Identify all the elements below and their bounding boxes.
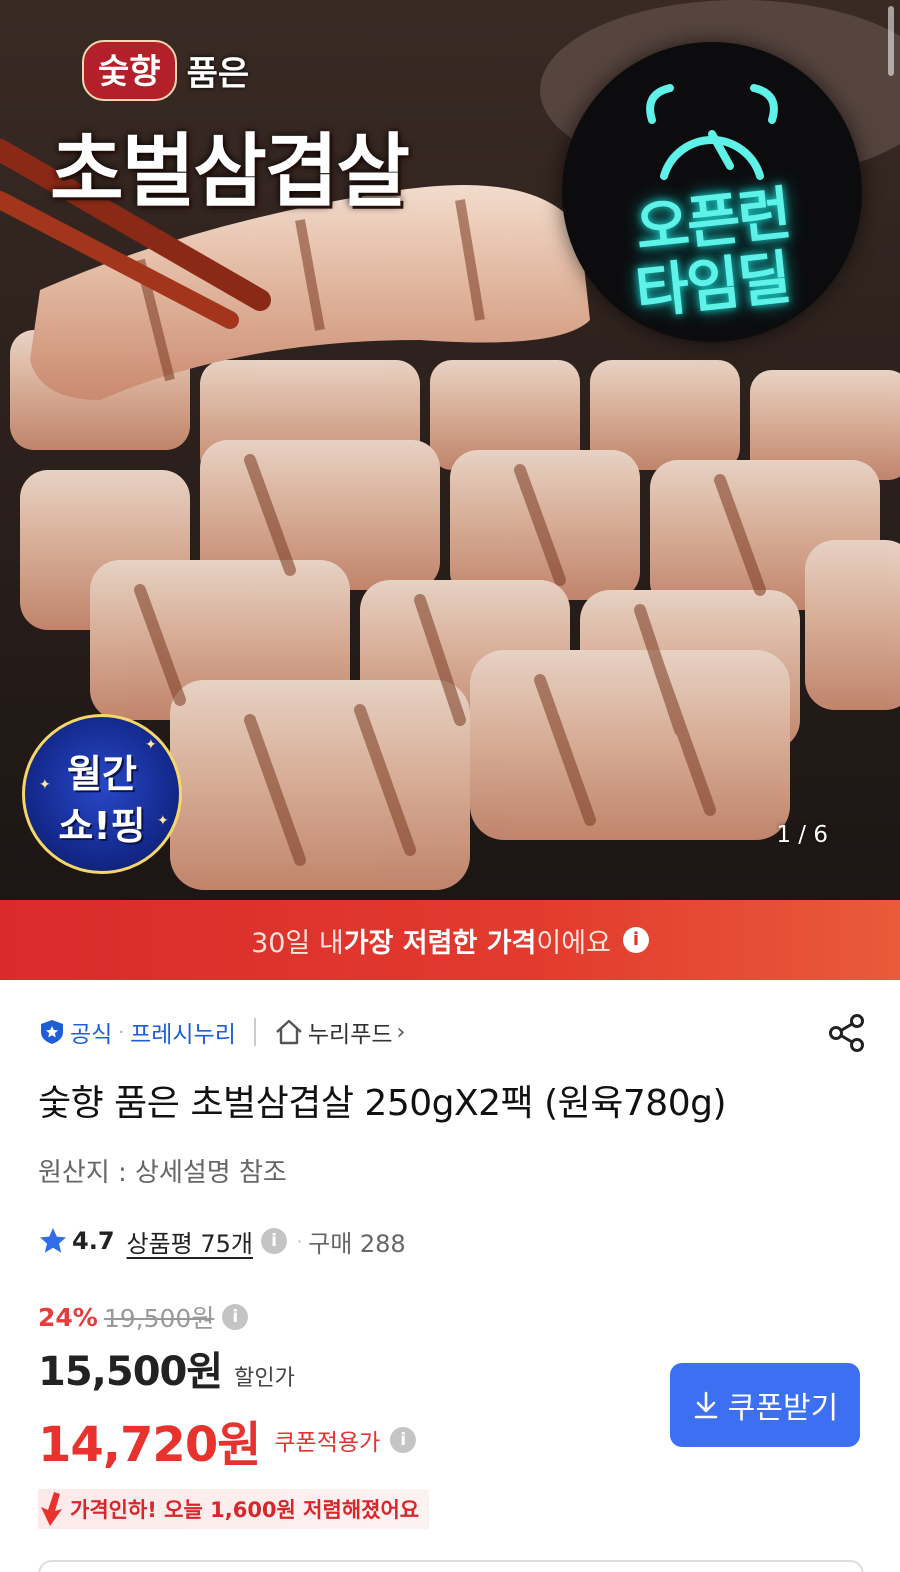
info-icon[interactable]: i (390, 1427, 417, 1453)
seller-link[interactable]: 프레시누리 (130, 1015, 236, 1049)
scrollbar-thumb[interactable] (888, 6, 894, 76)
info-icon[interactable]: i (261, 1228, 288, 1254)
banner-prefix: 30일 내 (251, 927, 344, 959)
logo-badge: 숯향 (82, 40, 177, 101)
coupon-price-label: 쿠폰적용가 (274, 1430, 381, 1456)
image-pager: 1 / 6 (776, 822, 828, 848)
separator-dot: · (118, 1021, 125, 1043)
price-drop-notice: 가격인하! 오늘 1,600원 저렴해졌어요 (38, 1489, 430, 1529)
product-logo: 숯향 품은 초벌삼겹살 (50, 40, 410, 223)
product-info: 공식 · 프레시누리 누리푸드 › 숯향 품은 초벌삼겹살 250gX2팩 (원… (38, 1012, 868, 1532)
official-label: 공식 (70, 1022, 113, 1048)
price-down-arrow-icon (41, 1492, 62, 1526)
brand-row: 공식 · 프레시누리 누리푸드 › (38, 1012, 868, 1052)
banner-suffix: 이에요 (536, 927, 611, 959)
official-shield-icon (41, 1020, 63, 1044)
logo-subtext: 품은 (186, 54, 250, 94)
share-icon[interactable] (826, 1012, 868, 1054)
product-image-carousel[interactable]: 숯향 품은 초벌삼겹살 오픈런 타임딜 ✦ ✦ ✦ 월간 쇼!핑 1 / 6 (0, 0, 900, 900)
discount-rate: 24% (38, 1302, 98, 1332)
info-icon[interactable]: i (222, 1304, 249, 1330)
sale-price: 15,500원 (38, 1349, 223, 1395)
timedeal-badge: 오픈런 타임딜 (562, 42, 862, 342)
info-icon[interactable]: i (622, 927, 649, 953)
download-icon (694, 1391, 718, 1419)
original-price-row: 24% 19,500원 i (38, 1299, 868, 1335)
banner-highlight: 가장 저렴한 가격 (343, 927, 537, 959)
monthly-line-2: 쇼!핑 (58, 804, 146, 848)
chevron-right-icon: › (396, 1019, 406, 1045)
product-title: 숯향 품은 초벌삼겹살 250gX2팩 (원육780g) (38, 1083, 727, 1124)
next-section-card (38, 1560, 864, 1572)
lowest-price-banner[interactable]: 30일 내 가장 저렴한 가격 이에요 i (0, 900, 900, 980)
review-count-link[interactable]: 상품평 75개 (127, 1224, 254, 1259)
rating-score: 4.7 (72, 1227, 115, 1255)
monthly-line-1: 월간 (67, 752, 137, 796)
store-home-icon (276, 1019, 302, 1045)
original-price: 19,500원 (103, 1304, 215, 1333)
logo-main-text: 초벌삼겹살 (50, 124, 410, 218)
alarm-clock-icon (646, 84, 778, 180)
store-link[interactable]: 누리푸드 (308, 1015, 393, 1049)
monthly-shopping-badge: ✦ ✦ ✦ 월간 쇼!핑 (22, 714, 182, 874)
price-area: 24% 19,500원 i 15,500원 할인가 14,720원 쿠폰적용가 … (38, 1299, 868, 1532)
separator-dot: · (297, 1231, 303, 1251)
divider (253, 1018, 256, 1046)
get-coupon-label: 쿠폰받기 (727, 1391, 839, 1426)
coupon-price: 14,720원 (38, 1417, 261, 1473)
sale-price-label: 할인가 (234, 1366, 295, 1391)
get-coupon-button[interactable]: 쿠폰받기 (670, 1363, 860, 1447)
price-drop-text: 가격인하! 오늘 1,600원 저렴해졌어요 (70, 1498, 420, 1522)
rating-row: 4.7 상품평 75개 i · 구매 288 (38, 1223, 868, 1259)
purchase-count: 구매 288 (308, 1229, 406, 1258)
star-icon (40, 1228, 66, 1253)
product-origin: 원산지 : 상세설명 참조 (38, 1158, 287, 1188)
